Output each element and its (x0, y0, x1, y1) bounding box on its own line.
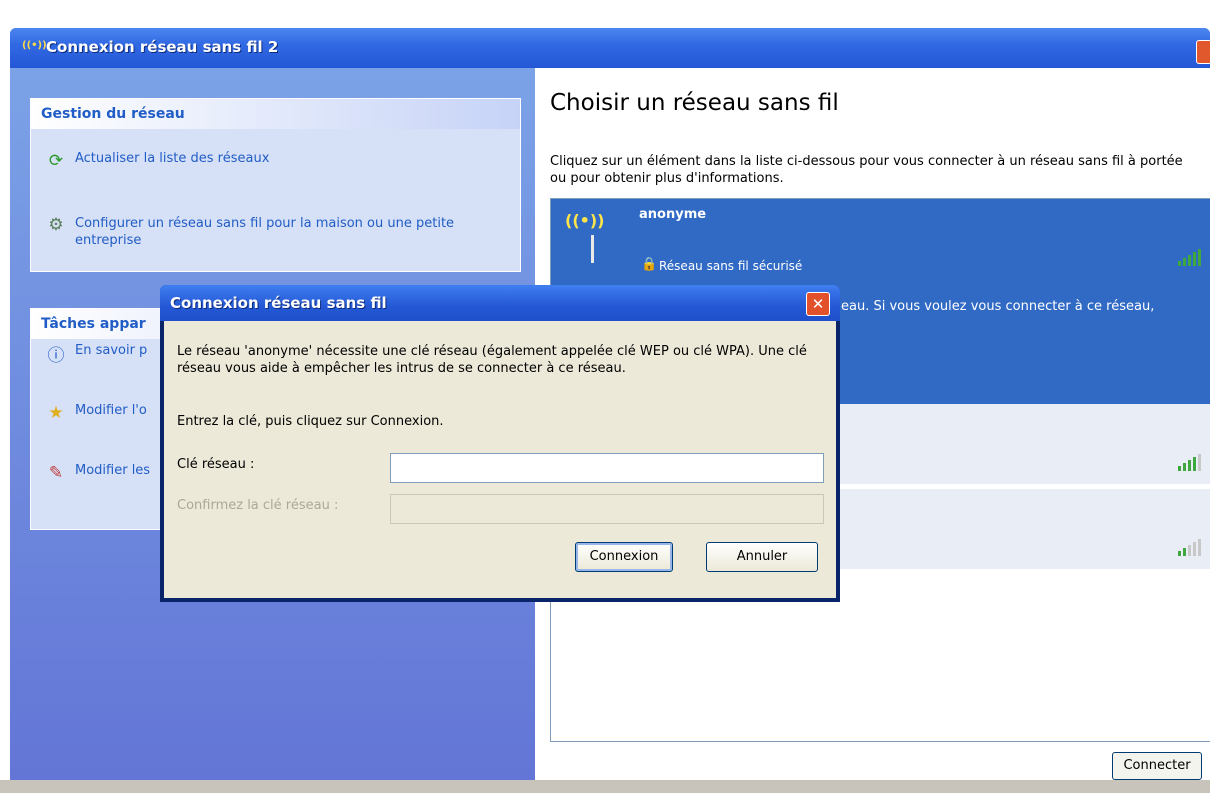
task-modify-order[interactable]: ★ Modifier l'o (45, 403, 147, 423)
dialog-body: Le réseau 'anonyme' nécessite une clé ré… (164, 321, 836, 598)
page-description: Cliquez sur un élément dans la liste ci-… (550, 154, 1183, 186)
task-modify-settings[interactable]: ✎ Modifier les (45, 463, 150, 483)
dialog-message: Le réseau 'anonyme' nécessite une clé ré… (177, 344, 807, 376)
settings-icon: ✎ (48, 463, 64, 483)
wizard-icon: ⚙ (48, 215, 64, 235)
task-learn[interactable]: ⓘ En savoir p (45, 343, 148, 366)
task-label: Actualiser la liste des réseaux (75, 151, 270, 166)
task-label: Modifier l'o (75, 403, 147, 418)
task-label: En savoir p (75, 343, 148, 358)
wireless-icon: ((•)) (22, 40, 47, 51)
dialog-titlebar[interactable]: Connexion réseau sans fil ✕ (160, 285, 840, 321)
task-label: Configurer un réseau sans fil pour la ma… (75, 216, 455, 248)
lock-icon: 🔒 (641, 257, 658, 272)
window-title: Connexion réseau sans fil 2 (46, 38, 279, 56)
task-refresh[interactable]: ⟳ Actualiser la liste des réseaux (45, 151, 270, 171)
refresh-icon: ⟳ (48, 151, 64, 171)
dialog-instruction: Entrez la clé, puis cliquez sur Connexio… (177, 414, 444, 429)
dialog-close-button[interactable]: ✕ (806, 292, 830, 316)
task-configure[interactable]: ⚙ Configurer un réseau sans fil pour la … (45, 215, 500, 249)
signal-strength-icon (1178, 539, 1201, 556)
signal-strength-icon (1178, 249, 1201, 266)
gestion-header[interactable]: Gestion du réseau (31, 99, 520, 129)
connect-button[interactable]: Connecter (1112, 752, 1202, 780)
network-name: anonyme (639, 207, 707, 222)
signal-strength-icon (1178, 454, 1201, 471)
window-titlebar[interactable]: ((•)) Connexion réseau sans fil 2 (10, 28, 1210, 68)
task-label: Modifier les (75, 463, 151, 478)
network-key-dialog: Connexion réseau sans fil ✕ Le réseau 'a… (160, 285, 840, 602)
taskbar-edge (0, 780, 1210, 793)
dialog-title: Connexion réseau sans fil (170, 294, 387, 312)
antenna-pole (591, 235, 594, 263)
network-key-input[interactable] (390, 453, 824, 483)
gestion-box: Gestion du réseau ⟳ Actualiser la liste … (30, 98, 521, 272)
cancel-button[interactable]: Annuler (706, 542, 818, 572)
window-close-button[interactable] (1196, 40, 1210, 64)
info-icon: ⓘ (47, 345, 65, 366)
confirm-key-label: Confirmez la clé réseau : (177, 498, 339, 513)
page-title: Choisir un réseau sans fil (550, 90, 839, 116)
connexion-button[interactable]: Connexion (575, 542, 673, 572)
network-key-label: Clé réseau : (177, 457, 255, 472)
confirm-key-input[interactable] (390, 494, 824, 524)
star-icon: ★ (48, 403, 64, 423)
network-security: Réseau sans fil sécurisé (659, 259, 803, 273)
network-detail: eau. Si vous voulez vous connecter à ce … (841, 299, 1155, 314)
antenna-icon: ((•)) (565, 211, 605, 230)
